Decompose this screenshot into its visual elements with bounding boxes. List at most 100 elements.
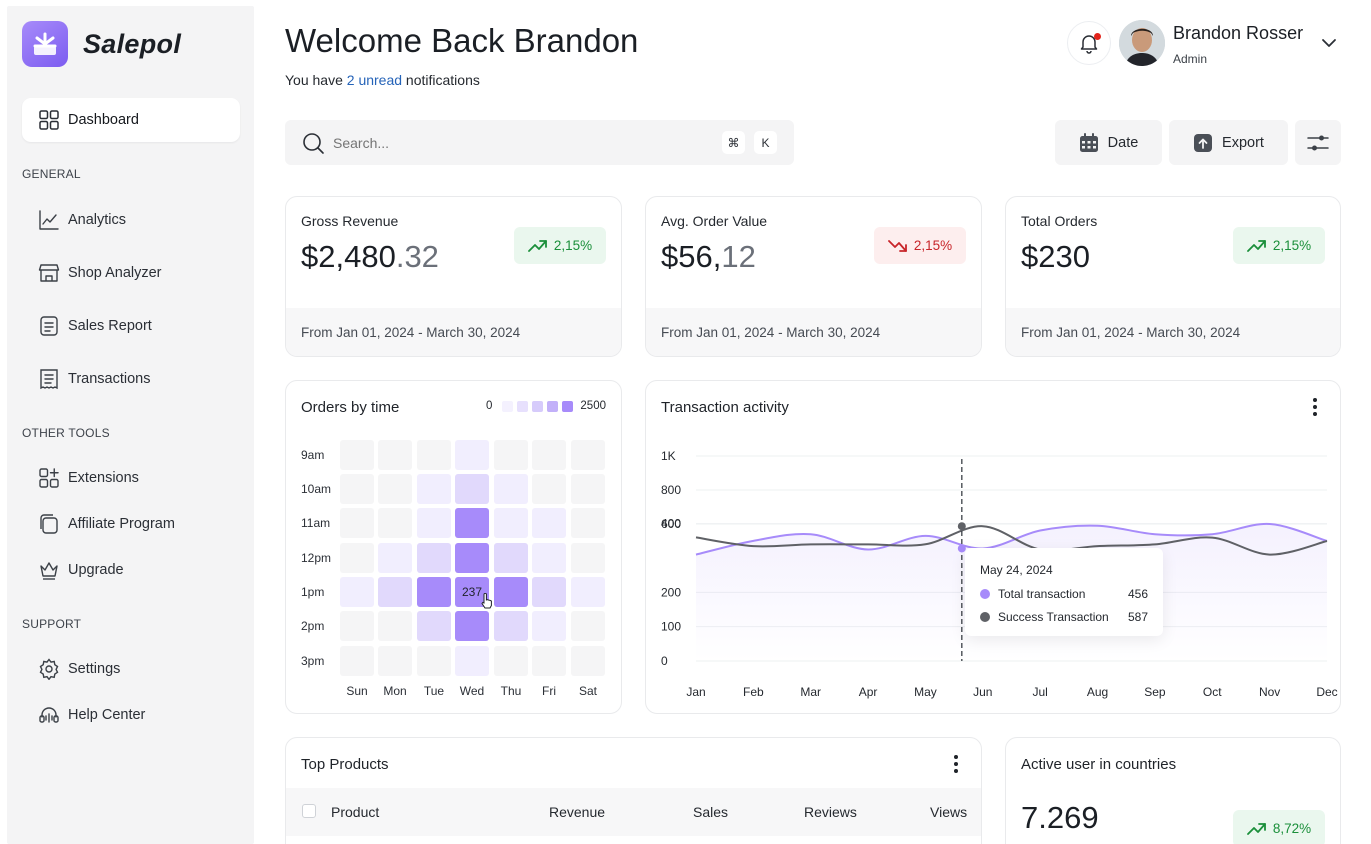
heatmap-cell[interactable] [340,508,374,538]
heatmap-cell[interactable] [455,611,489,641]
heatmap-cell[interactable] [494,440,528,470]
column-revenue[interactable]: Revenue [549,804,605,820]
heatmap-cell[interactable] [455,508,489,538]
heatmap-cell[interactable] [378,508,412,538]
card-title: Orders by time [301,399,400,416]
heatmap-cell[interactable] [532,611,566,641]
sidebar-item-shop-analyzer[interactable]: Shop Analyzer [22,251,240,295]
heatmap-cell[interactable] [417,646,451,676]
heatmap-cell[interactable] [532,440,566,470]
y-tick-label: 800 [661,483,681,497]
tooltip-label: Total transaction [998,587,1086,601]
nav-section-support: SUPPORT [22,617,82,631]
sidebar-item-label: Upgrade [68,562,124,578]
heatmap-column-label: Thu [500,684,522,698]
heatmap-cell[interactable] [378,543,412,573]
heatmap-row-label: 2pm [301,619,325,633]
user-name[interactable]: Brandon Rosser [1173,23,1303,44]
heatmap-cell[interactable] [340,440,374,470]
stat-card-gross-revenue: Gross Revenue $2,480.32 2,15% From Jan 0… [285,196,622,357]
heatmap-cell[interactable] [417,474,451,504]
sidebar-item-help-center[interactable]: Help Center [22,693,240,737]
sidebar-item-extensions[interactable]: Extensions [22,456,240,500]
heatmap-cell[interactable] [571,543,605,573]
heatmap-cell[interactable] [340,474,374,504]
heatmap-cell[interactable] [340,646,374,676]
heatmap-cell[interactable] [378,474,412,504]
heatmap-cell[interactable] [378,577,412,607]
sidebar-item-dashboard[interactable]: Dashboard [22,98,240,142]
heatmap-cell[interactable] [378,646,412,676]
column-sales[interactable]: Sales [693,804,728,820]
export-button[interactable]: Export [1169,120,1288,165]
heatmap-cell[interactable] [494,543,528,573]
heatmap-cell[interactable] [532,577,566,607]
column-reviews[interactable]: Reviews [804,804,857,820]
heatmap-cell[interactable] [417,577,451,607]
stat-value: $2,480.32 [301,239,439,275]
brand[interactable]: Salepol [22,21,181,67]
heatmap-cell[interactable] [532,508,566,538]
heatmap-cell[interactable] [571,474,605,504]
search-bar[interactable]: ⌘ K [285,120,794,165]
date-button[interactable]: Date [1055,120,1162,165]
unread-link[interactable]: 2 unread [347,72,402,88]
stat-title: Gross Revenue [301,213,399,229]
heatmap-cell[interactable] [571,611,605,641]
heatmap-cell[interactable] [417,543,451,573]
legend-dot [980,612,990,622]
heatmap-column-label: Sun [346,684,368,698]
heatmap-cell[interactable] [455,440,489,470]
heatmap-cell[interactable] [532,646,566,676]
heatmap-cell[interactable] [340,543,374,573]
heatmap-cell[interactable] [494,577,528,607]
change-value: 2,15% [553,238,593,253]
top-products-card: Top Products Product Revenue Sales Revie… [285,737,982,844]
heatmap-column-label: Wed [459,684,485,698]
more-options-icon[interactable] [948,754,964,774]
notification-dot [1094,33,1101,40]
sidebar-item-sales-report[interactable]: Sales Report [22,304,240,348]
avatar[interactable] [1119,20,1165,66]
heatmap-cell[interactable] [532,474,566,504]
chevron-down-icon[interactable] [1320,36,1338,50]
filter-button[interactable] [1295,120,1341,165]
heatmap-cell[interactable] [571,577,605,607]
notification-button[interactable] [1067,21,1111,65]
legend-swatch [547,400,559,412]
heatmap-cell[interactable] [532,543,566,573]
x-tick-label: Oct [1203,685,1222,699]
heatmap-cell[interactable] [340,611,374,641]
heatmap-cell[interactable] [455,543,489,573]
x-tick-label: Apr [859,685,878,699]
legend-dot [980,589,990,599]
x-tick-label: May [914,685,937,699]
heatmap-cell[interactable] [417,440,451,470]
sidebar-item-affiliate-program[interactable]: Affiliate Program [22,502,240,546]
search-input[interactable] [333,134,693,151]
heatmap-cell[interactable] [455,474,489,504]
sidebar-item-upgrade[interactable]: Upgrade [22,548,240,592]
heatmap-cell[interactable] [571,508,605,538]
heatmap-cell[interactable] [417,611,451,641]
heatmap-cell[interactable] [340,577,374,607]
legend-swatch [517,400,529,412]
select-all-checkbox[interactable] [302,804,316,818]
sidebar-item-transactions[interactable]: Transactions [22,357,240,401]
column-product[interactable]: Product [331,804,379,820]
heatmap-cell[interactable] [417,508,451,538]
heatmap-cell[interactable] [571,646,605,676]
sidebar-item-label: Extensions [68,470,139,486]
heatmap-cell[interactable] [494,508,528,538]
heatmap-cell[interactable] [494,611,528,641]
heatmap-cell[interactable] [494,646,528,676]
heatmap-cell[interactable] [571,440,605,470]
heatmap-cell[interactable] [455,646,489,676]
heatmap-cell[interactable] [378,440,412,470]
sidebar-item-analytics[interactable]: Analytics [22,198,240,242]
shortcut-key-k: K [754,131,777,154]
heatmap-cell[interactable] [494,474,528,504]
column-views[interactable]: Views [930,804,967,820]
sidebar-item-settings[interactable]: Settings [22,647,240,691]
heatmap-cell[interactable] [378,611,412,641]
